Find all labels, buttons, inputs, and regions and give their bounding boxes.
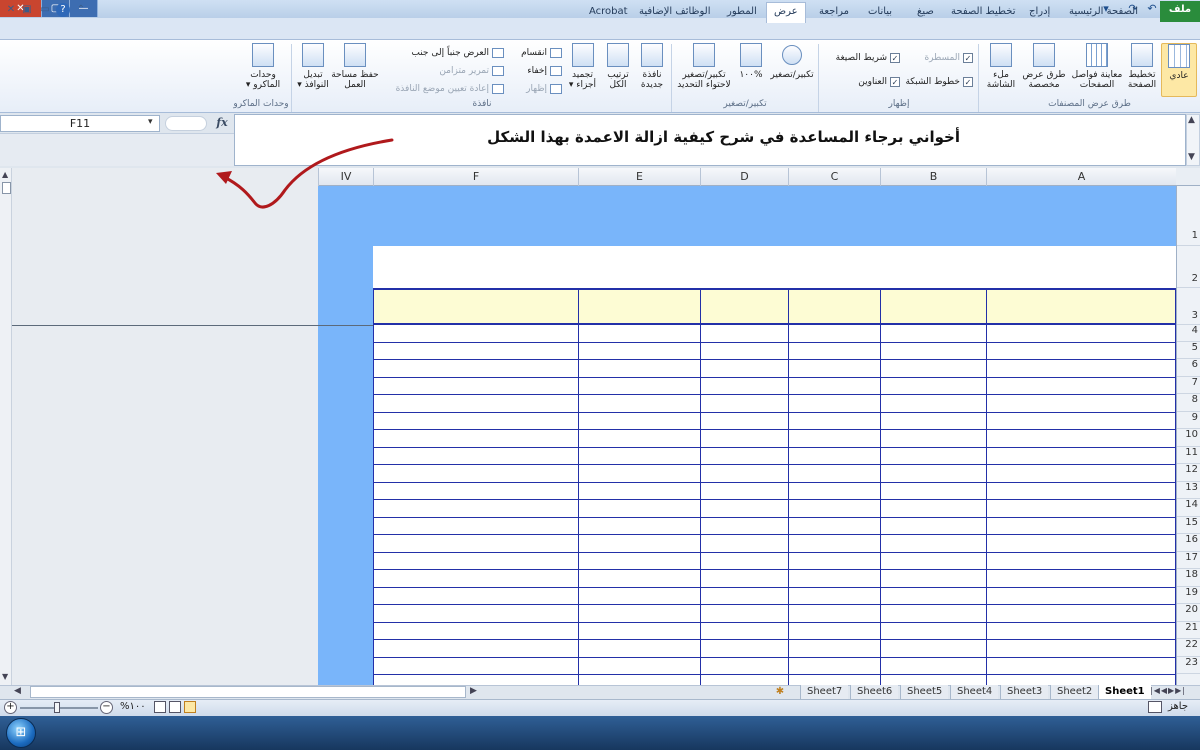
sheet-nav-icon[interactable]: |◀◀▶▶| (1150, 686, 1186, 695)
sheet-tab-4[interactable]: Sheet4 (950, 685, 999, 699)
scroll-left-icon[interactable]: ◀ (14, 686, 21, 696)
start-button-icon[interactable]: ⊞ (6, 718, 36, 748)
sheet-tab-2[interactable]: Sheet2 (1050, 685, 1099, 699)
insert-sheet-icon[interactable]: ✱ (770, 686, 790, 698)
sheet-tab-3[interactable]: Sheet3 (1000, 685, 1049, 699)
normal-view-icon[interactable] (184, 701, 196, 713)
page-break-view-icon[interactable] (154, 701, 166, 713)
page-layout-view-icon[interactable] (169, 701, 181, 713)
zoom-slider-thumb[interactable] (54, 702, 60, 713)
status-ready: جاهز (1168, 701, 1189, 712)
sheet-tab-5[interactable]: Sheet5 (900, 685, 949, 699)
zoom-in-icon[interactable]: + (4, 701, 17, 714)
annotation-arrow-icon (216, 138, 394, 209)
sheet-tab-1[interactable]: Sheet1 (1098, 685, 1151, 699)
zoom-level[interactable]: %١٠٠ (120, 701, 146, 712)
scroll-right-icon[interactable]: ▶ (470, 686, 477, 696)
macro-record-icon[interactable] (1148, 701, 1162, 713)
sheet-tab-7[interactable]: Sheet7 (800, 685, 849, 699)
taskbar (0, 716, 1200, 750)
sheet-tab-6[interactable]: Sheet6 (850, 685, 899, 699)
horizontal-scrollbar[interactable] (30, 686, 466, 698)
zoom-out-icon[interactable]: − (100, 701, 113, 714)
